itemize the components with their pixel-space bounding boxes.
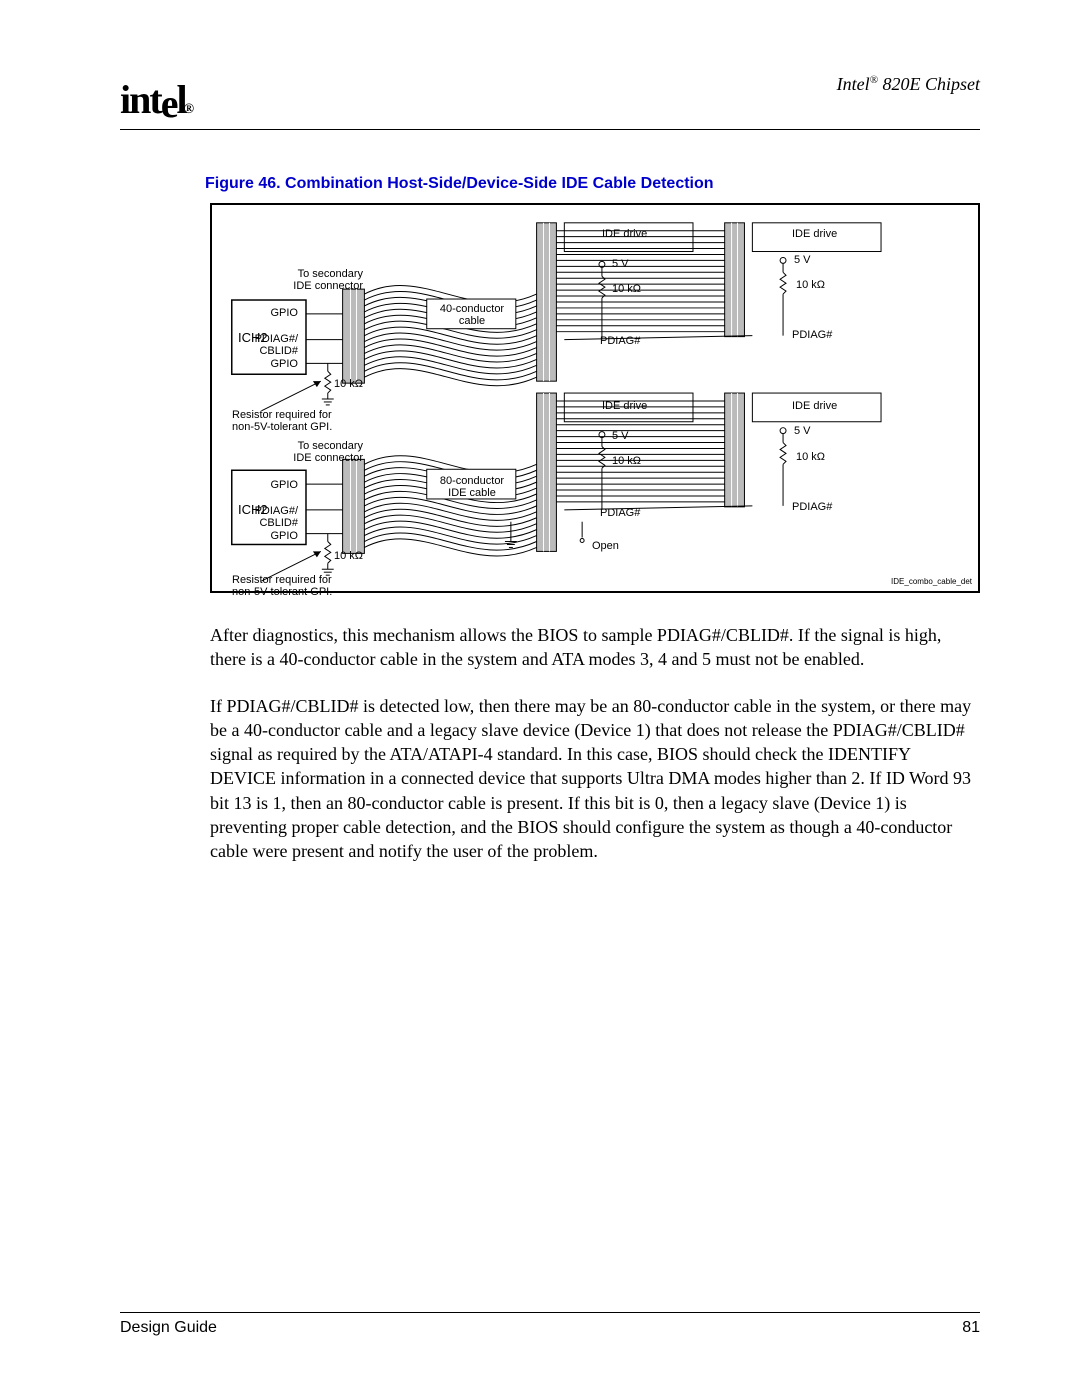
- label-10k: 10 kΩ: [334, 378, 363, 390]
- footer-page-number: 81: [962, 1319, 980, 1337]
- page-header: intel® Intel® 820E Chipset: [120, 74, 980, 130]
- label-pdiag: PDIAG#: [792, 329, 832, 341]
- label-to-secondary: To secondaryIDE connector: [293, 268, 363, 292]
- label-5v: 5 V: [794, 425, 811, 437]
- label-pdiag: PDIAG#: [792, 501, 832, 513]
- label-gpio: GPIO: [270, 307, 298, 319]
- label-ide-drive: IDE drive: [602, 400, 647, 412]
- label-gpio: GPIO: [270, 479, 298, 491]
- label-5v: 5 V: [612, 258, 629, 270]
- paragraph-1: After diagnostics, this mechanism allows…: [210, 623, 980, 672]
- figure-caption: Figure 46. Combination Host-Side/Device-…: [205, 175, 980, 193]
- label-footer-code: IDE_combo_cable_det: [891, 578, 972, 587]
- label-pdiag-cblid: PDIAG#/CBLID#: [255, 333, 298, 357]
- chipset-title: Intel® 820E Chipset: [837, 74, 980, 95]
- label-resistor-req: Resistor required fornon-5V-tolerant GPI…: [232, 409, 332, 433]
- label-10k: 10 kΩ: [334, 550, 363, 562]
- label-to-secondary: To secondaryIDE connector: [293, 440, 363, 464]
- body-text: After diagnostics, this mechanism allows…: [210, 623, 980, 864]
- label-gpio: GPIO: [270, 358, 298, 370]
- schematic-svg: [212, 205, 978, 591]
- label-pdiag-cblid: PDIAG#/CBLID#: [255, 505, 298, 529]
- figure-wrap: IDE drive IDE drive 5 V 5 V 10 kΩ 10 kΩ …: [210, 203, 980, 593]
- label-10k: 10 kΩ: [796, 279, 825, 291]
- label-10k: 10 kΩ: [796, 451, 825, 463]
- label-ide-drive: IDE drive: [792, 400, 837, 412]
- label-40-conductor: 40-conductorcable: [433, 303, 511, 327]
- label-10k: 10 kΩ: [612, 455, 641, 467]
- label-80-conductor: 80-conductorIDE cable: [433, 475, 511, 499]
- label-pdiag: PDIAG#: [600, 335, 640, 347]
- label-pdiag: PDIAG#: [600, 507, 640, 519]
- page-footer: Design Guide 81: [120, 1312, 980, 1337]
- paragraph-2: If PDIAG#/CBLID# is detected low, then t…: [210, 694, 980, 864]
- label-5v: 5 V: [612, 430, 629, 442]
- label-resistor-req: Resistor required fornon-5V-tolerant GPI…: [232, 574, 332, 598]
- figure-box: IDE drive IDE drive 5 V 5 V 10 kΩ 10 kΩ …: [210, 203, 980, 593]
- intel-logo: intel®: [120, 76, 194, 123]
- label-10k: 10 kΩ: [612, 283, 641, 295]
- label-open: Open: [592, 540, 619, 552]
- label-ide-drive: IDE drive: [602, 228, 647, 240]
- label-ide-drive: IDE drive: [792, 228, 837, 240]
- label-5v: 5 V: [794, 254, 811, 266]
- page-container: intel® Intel® 820E Chipset Figure 46. Co…: [0, 0, 1080, 1397]
- footer-doc-title: Design Guide: [120, 1319, 217, 1337]
- label-gpio: GPIO: [270, 530, 298, 542]
